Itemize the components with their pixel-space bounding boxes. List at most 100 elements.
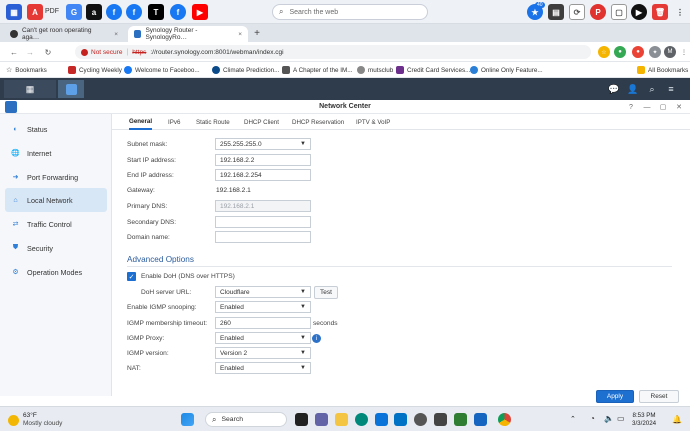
tab-iptv-voip[interactable]: IPTV & VoIP [356, 114, 390, 130]
maximize-icon[interactable]: ▢ [658, 102, 668, 112]
chevron-up-icon[interactable]: ⌃ [570, 415, 576, 423]
igmp-version-select[interactable]: Version 2 ▼ [215, 347, 311, 359]
user-icon[interactable]: 👤 [626, 82, 640, 96]
forward-icon[interactable]: → [24, 46, 36, 58]
minimize-icon[interactable]: — [642, 102, 652, 112]
doh-url-select[interactable]: Cloudflare ▼ [215, 286, 311, 298]
tab-dhcp-reservation[interactable]: DHCP Reservation [292, 114, 344, 130]
search-icon[interactable]: ⌕ [645, 82, 659, 96]
youtube-icon[interactable]: ▶ [192, 4, 208, 20]
facebook-icon-3[interactable]: f [170, 4, 186, 20]
bookmark-online-only[interactable]: Online Only Feature... [470, 64, 543, 76]
tab-general[interactable]: General [129, 114, 153, 130]
bookmark-chapter[interactable]: A Chapter of the IM... [282, 64, 353, 76]
nat-select[interactable]: Enabled ▼ [215, 362, 311, 374]
start-ip-input[interactable]: 192.168.2.2 [215, 154, 311, 166]
test-button[interactable]: Test [314, 286, 338, 299]
close-icon[interactable]: × [114, 31, 118, 38]
app-icon[interactable] [434, 413, 447, 426]
mail-icon[interactable] [394, 413, 407, 426]
tab-roon[interactable]: Can't get roon operating aga… × [4, 26, 124, 42]
tab-synology[interactable]: Synology Router - SynologyRo… × [128, 26, 248, 42]
igmp-snooping-select[interactable]: Enabled ▼ [215, 301, 311, 313]
amazon-icon[interactable]: a [86, 4, 102, 20]
notification-bell-icon[interactable]: 🔔 [672, 415, 682, 424]
play-icon[interactable]: ▶ [631, 4, 647, 20]
sidebar-item-port-forwarding[interactable]: ➜ Port Forwarding [5, 165, 107, 189]
dell-icon[interactable] [414, 413, 427, 426]
tab-static-route[interactable]: Static Route [196, 114, 230, 130]
pdf-icon[interactable]: A [27, 4, 43, 20]
not-secure-indicator[interactable]: Not secure [81, 48, 122, 56]
help-icon[interactable]: ? [626, 102, 636, 112]
igmp-timeout-input[interactable]: 260 [215, 317, 311, 329]
trash-icon[interactable]: 🗑 [652, 4, 668, 20]
info-icon[interactable]: i [312, 334, 321, 343]
sidebar-item-traffic-control[interactable]: ⇄ Traffic Control [5, 212, 107, 236]
main-menu-button[interactable]: ▦ [4, 80, 56, 98]
teams-icon[interactable] [315, 413, 328, 426]
app-icon-3[interactable] [474, 413, 487, 426]
app-icon-2[interactable] [454, 413, 467, 426]
all-bookmarks[interactable]: All Bookmarks [637, 64, 688, 76]
pinterest-icon[interactable]: P [590, 4, 606, 20]
back-icon[interactable]: ← [8, 46, 20, 58]
start-icon[interactable] [181, 413, 194, 426]
file-explorer-icon[interactable] [335, 413, 348, 426]
subnet-mask-select[interactable]: 255.255.255.0 ▼ [215, 138, 311, 150]
weather-widget[interactable]: 63°F Mostly cloudy [8, 412, 62, 428]
facebook-icon[interactable]: f [106, 4, 122, 20]
close-icon[interactable]: ✕ [674, 102, 684, 112]
url-bar[interactable]: Not secure | https://router.synology.com… [75, 45, 591, 59]
secondary-dns-input[interactable] [215, 216, 311, 228]
google-icon[interactable]: G [66, 4, 82, 20]
apply-button[interactable]: Apply [596, 390, 634, 403]
volume-icon[interactable]: 🔈 [604, 414, 614, 423]
sidebar-item-internet[interactable]: 🌐 Internet [5, 141, 107, 165]
battery-icon[interactable]: ▭ [617, 414, 625, 423]
windows-icon[interactable]: ▦ [6, 4, 22, 20]
clock[interactable]: 8:53 PM 3/3/2024 [632, 412, 656, 428]
reset-button[interactable]: Reset [639, 390, 679, 403]
chat-icon[interactable]: 💬 [607, 82, 621, 96]
bookmark-credit-card[interactable]: Credit Card Services... [396, 64, 470, 76]
tab-ipv6[interactable]: IPv6 [168, 114, 180, 130]
tab-dhcp-client[interactable]: DHCP Client [244, 114, 279, 130]
domain-name-input[interactable] [215, 231, 311, 243]
enable-doh-checkbox[interactable]: ✓ [127, 272, 136, 281]
tab-icon[interactable]: ▢ [611, 4, 627, 20]
end-ip-input[interactable]: 192.168.2.254 [215, 169, 311, 181]
bookmark-mutsclub[interactable]: mutsclub [357, 64, 393, 76]
wifi-icon[interactable]: ◔ [590, 414, 595, 423]
nytimes-icon[interactable]: T [148, 4, 164, 20]
extension-icon-3[interactable]: ● [632, 46, 644, 58]
menu-dots-icon[interactable]: ⋮ [672, 4, 688, 20]
edge-icon[interactable] [355, 413, 368, 426]
chrome-icon[interactable] [498, 413, 511, 426]
reload-button-icon[interactable]: ↻ [42, 46, 54, 58]
pdf-label[interactable]: PDF [45, 8, 59, 15]
igmp-proxy-select[interactable]: Enabled ▼ [215, 332, 311, 344]
store-icon[interactable] [375, 413, 388, 426]
bookmarks-folder[interactable]: ☆ Bookmarks [6, 64, 47, 76]
doc-icon[interactable]: ▤ [548, 4, 564, 20]
sidebar-item-status[interactable]: ◐ Status [5, 117, 107, 141]
close-icon[interactable]: × [238, 31, 242, 38]
web-search-box[interactable]: ⌕ Search the web [272, 4, 428, 20]
sidebar-item-local-network[interactable]: ⌂ Local Network [5, 188, 107, 212]
new-tab-button[interactable]: + [251, 27, 263, 39]
facebook-icon-2[interactable]: f [126, 4, 142, 20]
profile-avatar-icon[interactable]: M [664, 46, 676, 58]
task-view-icon[interactable] [295, 413, 308, 426]
bookmark-cycling-weekly[interactable]: Cycling Weekly [68, 64, 122, 76]
taskbar-search[interactable]: ⌕ Search [205, 412, 287, 427]
extension-icon-2[interactable]: ● [614, 46, 626, 58]
sidebar-item-security[interactable]: ⛊ Security [5, 236, 107, 260]
reload-icon[interactable]: ⟳ [569, 4, 585, 20]
bookmark-climate[interactable]: Climate Prediction... [212, 64, 279, 76]
menu-icon[interactable]: ≡ [664, 82, 678, 96]
extension-icon-1[interactable]: ☆ [598, 46, 610, 58]
puzzle-icon[interactable]: ✦ [649, 46, 661, 58]
bookmark-facebook[interactable]: Welcome to Faceboo... [124, 64, 200, 76]
sidebar-item-operation-modes[interactable]: ⚙ Operation Modes [5, 260, 107, 284]
